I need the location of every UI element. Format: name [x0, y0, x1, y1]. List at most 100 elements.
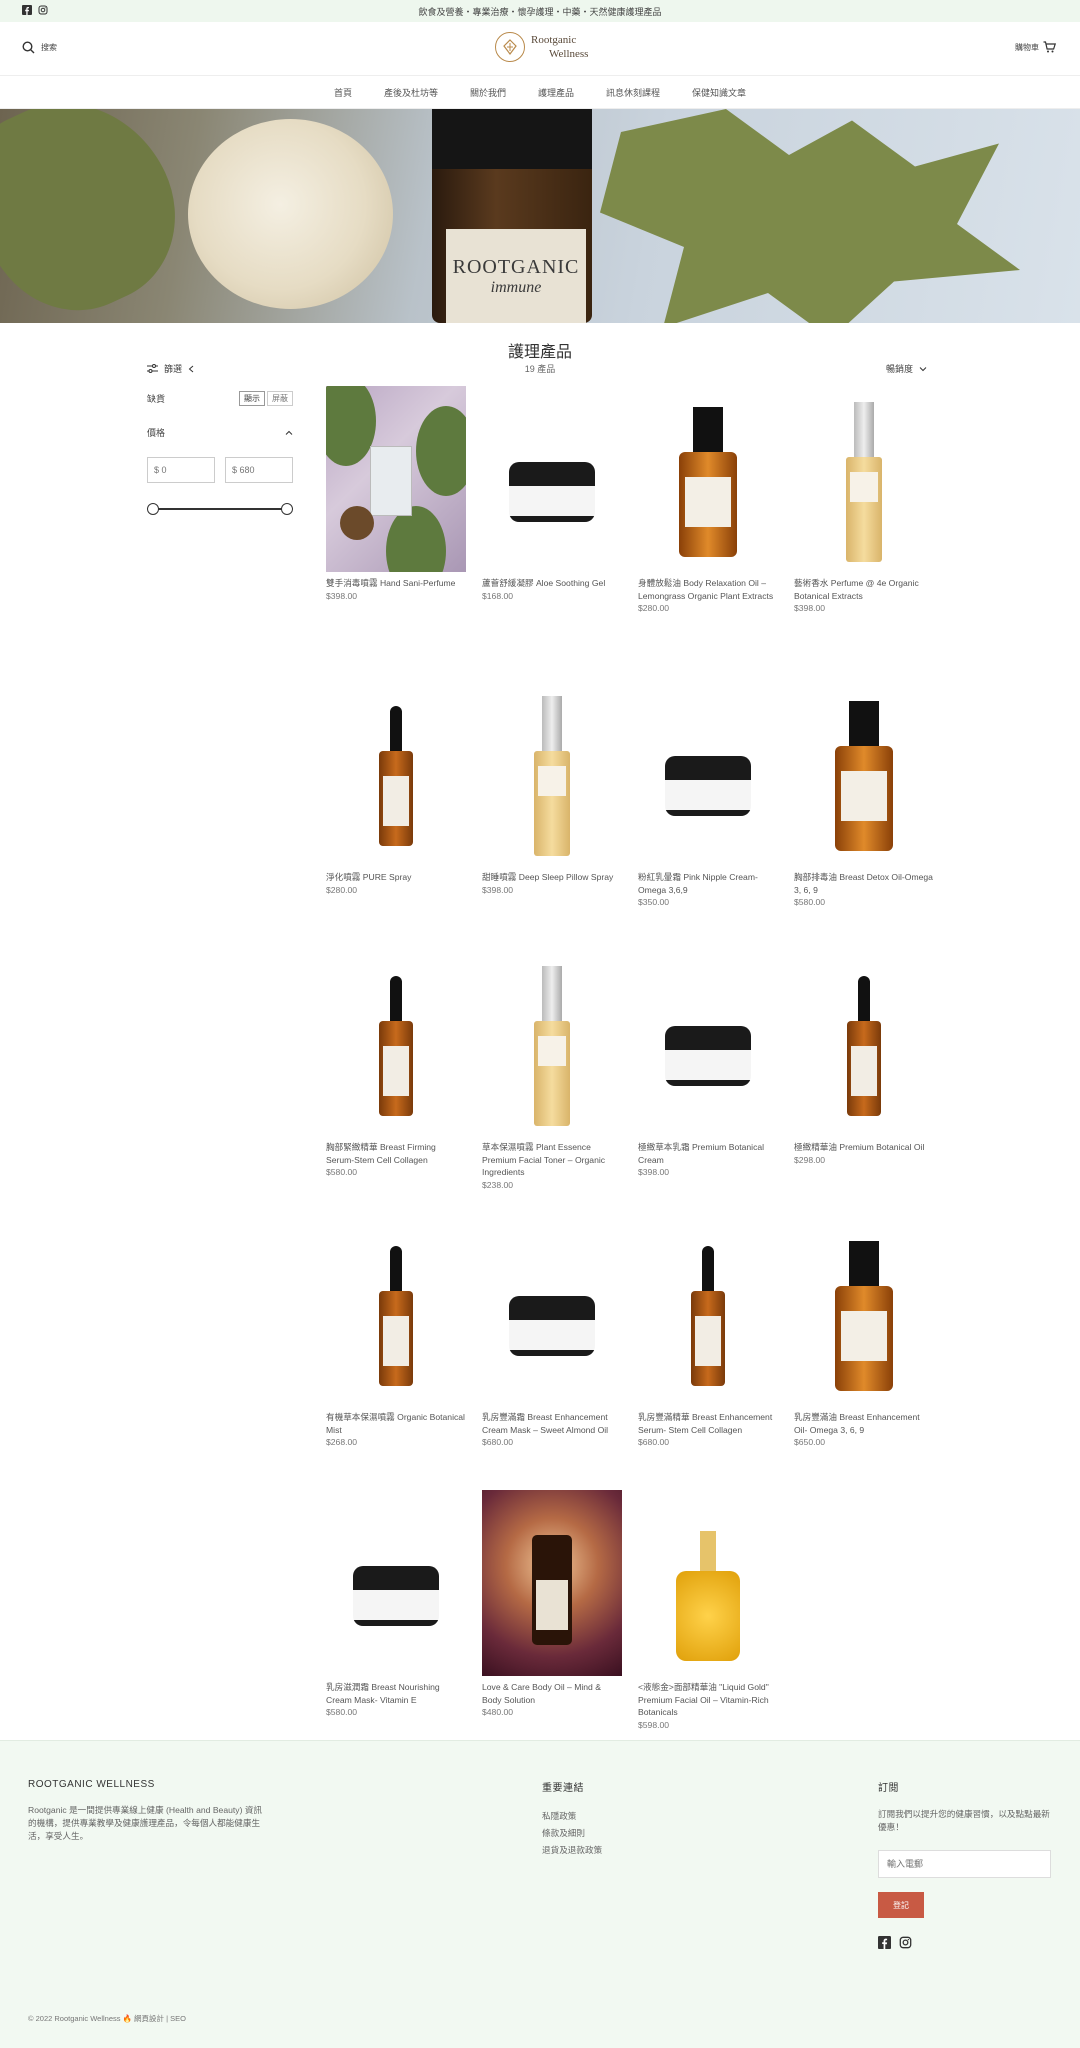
email-field[interactable] [878, 1850, 1051, 1878]
nav-item-products[interactable]: 護理產品 [538, 86, 574, 99]
product-card[interactable]: 乳房豐滿油 Breast Enhancement Oil- Omega 3, 6… [794, 1220, 934, 1449]
product-image[interactable] [326, 950, 466, 1136]
search-button[interactable]: 搜索 [22, 41, 57, 54]
product-image[interactable] [326, 1490, 466, 1676]
product-image[interactable] [638, 1490, 778, 1676]
footer-link-terms[interactable]: 條款及細則 [542, 1825, 692, 1842]
nav-item-courses[interactable]: 訊息休刻課程 [606, 86, 660, 99]
nav-item-postpartum[interactable]: 產後及杜坊等 [384, 86, 438, 99]
nav-item-home[interactable]: 首頁 [334, 86, 352, 99]
chevron-down-icon [919, 366, 927, 371]
facebook-icon[interactable] [878, 1936, 891, 1949]
product-image[interactable] [326, 1220, 466, 1406]
product-name[interactable]: 乳房豐滿油 Breast Enhancement Oil- Omega 3, 6… [794, 1411, 934, 1436]
product-card[interactable]: 粉紅乳暈霜 Pink Nipple Cream-Omega 3,6,9 $350.… [638, 680, 778, 909]
product-image[interactable] [482, 1490, 622, 1676]
product-card[interactable]: 極緻草本乳霜 Premium Botanical Cream $398.00 [638, 950, 778, 1179]
product-image[interactable] [638, 1220, 778, 1406]
product-name[interactable]: 乳房豐滿霜 Breast Enhancement Cream Mask – Sw… [482, 1411, 622, 1436]
instagram-icon[interactable] [899, 1936, 912, 1949]
product-name[interactable]: 胸部排毒油 Breast Detox Oil-Omega 3, 6, 9 [794, 871, 934, 896]
product-card[interactable]: 甜睡噴霧 Deep Sleep Pillow Spray $398.00 [482, 680, 622, 896]
product-name[interactable]: 極緻草本乳霜 Premium Botanical Cream [638, 1141, 778, 1166]
stock-hide-option[interactable]: 屏蔽 [267, 390, 293, 406]
product-card[interactable]: 雙手消毒噴霧 Hand Sani-Perfume $398.00 [326, 386, 466, 602]
product-image[interactable] [638, 386, 778, 572]
stock-show-option[interactable]: 顯示 [239, 390, 265, 406]
product-card[interactable]: 身體放鬆油 Body Relaxation Oil – Lemongrass O… [638, 386, 778, 615]
product-name[interactable]: 有機草本保濕噴霧 Organic Botanical Mist [326, 1411, 466, 1436]
facebook-icon[interactable] [22, 5, 32, 15]
product-name[interactable]: 淨化噴霧 PURE Spray [326, 871, 466, 884]
product-image[interactable] [482, 680, 622, 866]
product-card[interactable]: 胸部排毒油 Breast Detox Oil-Omega 3, 6, 9 $580… [794, 680, 934, 909]
product-price: $298.00 [794, 1154, 826, 1165]
hero-leaf-right [600, 109, 1020, 323]
logo-line2: Wellness [549, 48, 589, 60]
product-card[interactable]: 乳房豐滿霜 Breast Enhancement Cream Mask – Sw… [482, 1220, 622, 1449]
logo-line1: Rootganic [531, 34, 577, 46]
product-name[interactable]: 蘆薈舒緩凝膠 Aloe Soothing Gel [482, 577, 622, 590]
slider-handle-min[interactable] [147, 503, 159, 515]
hero-bottle-cap [432, 109, 592, 169]
nav-item-about[interactable]: 關於我們 [470, 86, 506, 99]
product-card[interactable]: 蘆薈舒緩凝膠 Aloe Soothing Gel $168.00 [482, 386, 622, 602]
product-image[interactable] [482, 1220, 622, 1406]
hero-yarn-ball [188, 119, 393, 309]
product-name[interactable]: Love & Care Body Oil – Mind & Body Solut… [482, 1681, 622, 1706]
product-name[interactable]: 粉紅乳暈霜 Pink Nipple Cream-Omega 3,6,9 [638, 871, 778, 896]
product-image[interactable] [794, 680, 934, 866]
product-name[interactable]: 身體放鬆油 Body Relaxation Oil – Lemongrass O… [638, 577, 778, 602]
price-range-slider[interactable] [147, 503, 293, 515]
footer-link-privacy[interactable]: 私隱政策 [542, 1808, 692, 1825]
footer-brand-title: ROOTGANIC WELLNESS [28, 1779, 155, 1790]
product-card[interactable]: 乳房豐滿精華 Breast Enhancement Serum- Stem Ce… [638, 1220, 778, 1449]
cart-button[interactable]: 購物車 [1015, 41, 1056, 53]
product-name[interactable]: 乳房豐滿精華 Breast Enhancement Serum- Stem Ce… [638, 1411, 778, 1436]
filter-toggle[interactable]: 篩選 [147, 362, 194, 375]
product-card[interactable]: 草本保濕噴霧 Plant Essence Premium Facial Tone… [482, 950, 622, 1191]
social-links [22, 5, 48, 15]
price-min-input[interactable] [147, 457, 215, 483]
product-image[interactable] [638, 680, 778, 866]
product-name[interactable]: 胸部緊緻精華 Breast Firming Serum-Stem Cell Co… [326, 1141, 466, 1166]
product-card[interactable]: 胸部緊緻精華 Breast Firming Serum-Stem Cell Co… [326, 950, 466, 1179]
product-image[interactable] [326, 680, 466, 866]
product-price: $680.00 [638, 1437, 670, 1447]
product-name[interactable]: 雙手消毒噴霧 Hand Sani-Perfume [326, 577, 466, 590]
site-logo[interactable]: Rootganic Wellness [495, 32, 588, 62]
product-name[interactable]: <液態金>面部精華油 "Liquid Gold" Premium Facial … [638, 1681, 778, 1719]
product-card[interactable]: 極緻精華油 Premium Botanical Oil $298.00 [794, 950, 934, 1166]
product-card[interactable]: 有機草本保濕噴霧 Organic Botanical Mist $268.00 [326, 1220, 466, 1449]
product-name[interactable]: 乳房滋潤霜 Breast Nourishing Cream Mask- Vita… [326, 1681, 466, 1706]
product-image[interactable] [794, 1220, 934, 1406]
sort-dropdown[interactable]: 暢銷度 [886, 362, 927, 375]
product-name[interactable]: 藝術香水 Perfume @ 4e Organic Botanical Extr… [794, 577, 934, 602]
product-image[interactable] [638, 950, 778, 1136]
product-name[interactable]: 甜睡噴霧 Deep Sleep Pillow Spray [482, 871, 622, 884]
product-name[interactable]: 極緻精華油 Premium Botanical Oil [794, 1141, 934, 1154]
slider-handle-max[interactable] [281, 503, 293, 515]
instagram-icon[interactable] [38, 5, 48, 15]
product-price: $398.00 [794, 603, 826, 613]
product-name[interactable]: 草本保濕噴霧 Plant Essence Premium Facial Tone… [482, 1141, 622, 1179]
product-card[interactable]: 淨化噴霧 PURE Spray $280.00 [326, 680, 466, 896]
product-price: $480.00 [482, 1707, 514, 1717]
product-image[interactable] [482, 950, 622, 1136]
product-image[interactable] [326, 386, 466, 572]
subscribe-button[interactable]: 登記 [878, 1892, 924, 1918]
nav-item-articles[interactable]: 保健知識文章 [692, 86, 746, 99]
footer-brand-desc: Rootganic 是一間提供專業線上健康 (Health and Beauty… [28, 1805, 263, 1841]
price-filter-header[interactable]: 價格 [147, 426, 293, 439]
product-card[interactable]: 乳房滋潤霜 Breast Nourishing Cream Mask- Vita… [326, 1490, 466, 1719]
filter-label: 篩選 [164, 364, 183, 374]
price-max-input[interactable] [225, 457, 293, 483]
product-card[interactable]: Love & Care Body Oil – Mind & Body Solut… [482, 1490, 622, 1719]
product-image[interactable] [482, 386, 622, 572]
sliders-icon [147, 364, 158, 373]
footer-link-refund[interactable]: 退貨及退款政策 [542, 1842, 692, 1859]
product-image[interactable] [794, 386, 934, 572]
product-card[interactable]: 藝術香水 Perfume @ 4e Organic Botanical Extr… [794, 386, 934, 615]
product-card[interactable]: <液態金>面部精華油 "Liquid Gold" Premium Facial … [638, 1490, 778, 1731]
product-image[interactable] [794, 950, 934, 1136]
